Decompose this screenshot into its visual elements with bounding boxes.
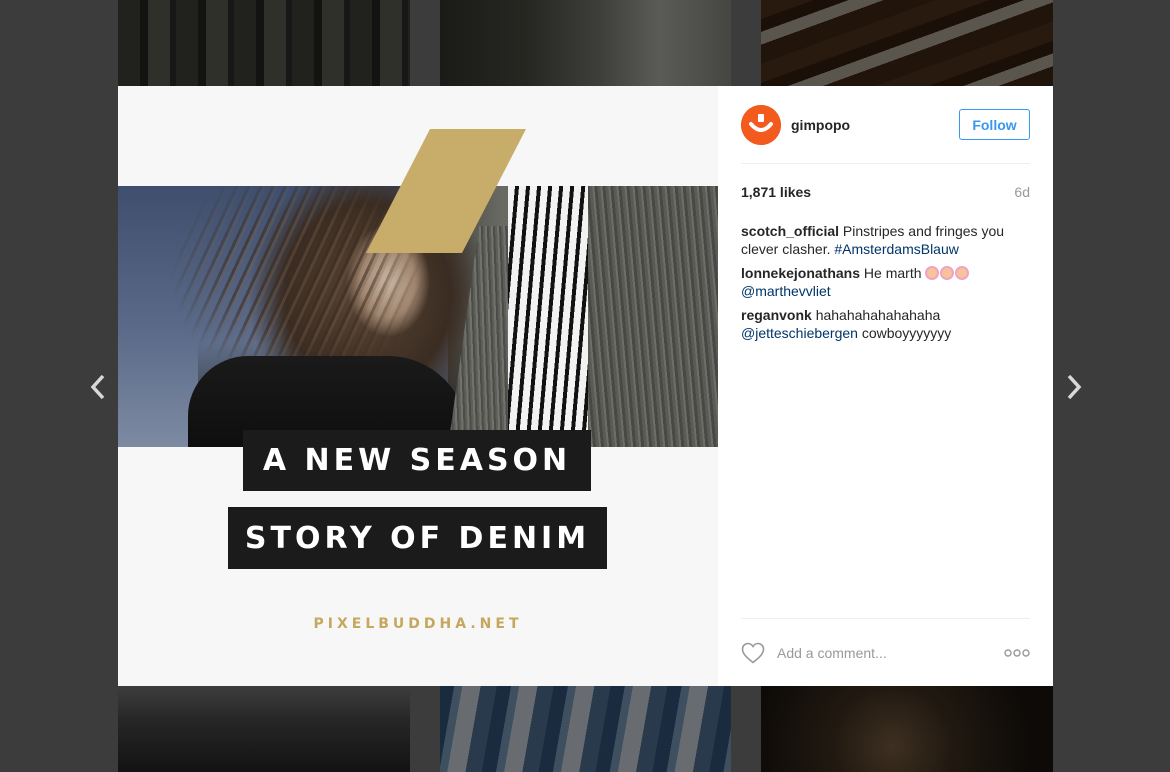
hashtag-link[interactable]: #AmsterdamsBlauw xyxy=(834,241,959,257)
likes-row: 1,871 likes 6d xyxy=(741,184,1030,200)
blonde-woman-emoji-icon xyxy=(955,266,970,280)
more-options-icon xyxy=(1004,648,1030,657)
headline-story-of-denim: STORY OF DENIM xyxy=(228,507,607,569)
grid-thumbnail[interactable] xyxy=(761,686,1053,772)
headline-text: A NEW SEASON xyxy=(262,443,572,478)
comment-username[interactable]: scotch_official xyxy=(741,223,839,239)
headline-new-season: A NEW SEASON xyxy=(243,430,591,491)
grid-thumbnail[interactable] xyxy=(761,0,1053,86)
next-post-button[interactable] xyxy=(1058,372,1088,402)
comment-username[interactable]: reganvonk xyxy=(741,307,812,323)
post-header: gimpopo Follow xyxy=(741,86,1030,164)
comment-text: He marth xyxy=(860,265,926,281)
gold-parallelogram xyxy=(366,129,526,253)
comment-bar xyxy=(741,618,1030,686)
comment: reganvonk hahahahahahahaha @jetteschiebe… xyxy=(741,306,1030,342)
grid-thumbnail[interactable] xyxy=(118,0,410,86)
post-timestamp[interactable]: 6d xyxy=(1014,184,1030,200)
username-link[interactable]: gimpopo xyxy=(791,117,959,133)
grid-thumbnail[interactable] xyxy=(118,686,410,772)
like-button[interactable] xyxy=(741,642,765,664)
watermark-url: PIXELBUDDHA.NET xyxy=(313,616,523,632)
more-options-button[interactable] xyxy=(1004,648,1030,658)
likes-count[interactable]: 1,871 likes xyxy=(741,184,811,200)
avatar[interactable] xyxy=(741,104,781,145)
previous-post-button[interactable] xyxy=(84,372,114,402)
smile-logo-icon xyxy=(741,104,781,145)
heart-icon xyxy=(741,642,765,664)
post-side-panel: gimpopo Follow 1,871 likes 6d scotch_off… xyxy=(718,86,1053,686)
comment: lonnekejonathans He marth @marthevvliet xyxy=(741,264,1030,300)
comments-list: scotch_official Pinstripes and fringes y… xyxy=(741,222,1030,348)
comment-username[interactable]: lonnekejonathans xyxy=(741,265,860,281)
grid-thumbnail[interactable] xyxy=(440,686,731,772)
grid-thumbnail[interactable] xyxy=(440,0,731,86)
chevron-right-icon xyxy=(1067,374,1082,400)
post-image[interactable]: A NEW SEASON STORY OF DENIM PIXELBUDDHA.… xyxy=(118,86,718,686)
comment-text: cowboyyyyyyy xyxy=(857,325,952,341)
blonde-woman-emoji-icon xyxy=(940,266,955,280)
mention-link[interactable]: @jetteschiebergen xyxy=(741,325,858,341)
mention-link[interactable]: @marthevvliet xyxy=(741,283,831,299)
comment-text: hahahahahahahaha xyxy=(811,307,941,323)
comment: scotch_official Pinstripes and fringes y… xyxy=(741,222,1030,258)
chevron-left-icon xyxy=(90,374,105,400)
post-modal: A NEW SEASON STORY OF DENIM PIXELBUDDHA.… xyxy=(118,86,1053,686)
follow-button[interactable]: Follow xyxy=(959,109,1030,140)
comment-input[interactable] xyxy=(777,644,1004,661)
blonde-woman-emoji-icon xyxy=(925,266,940,280)
headline-text: STORY OF DENIM xyxy=(244,520,591,556)
